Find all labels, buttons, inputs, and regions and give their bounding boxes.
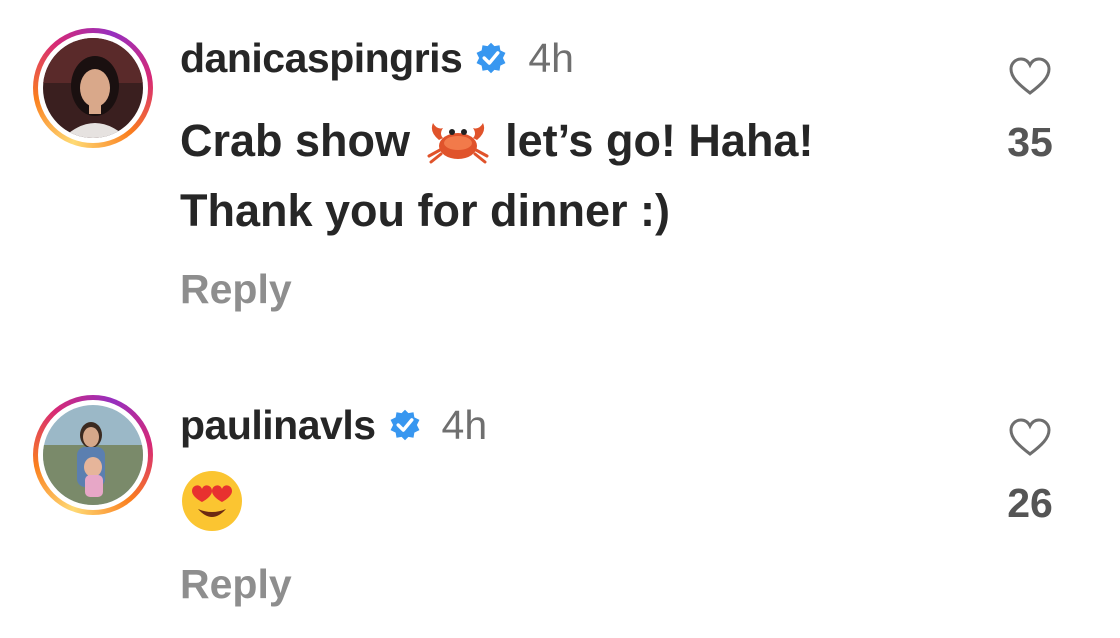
avatar-ring-gap bbox=[38, 33, 148, 143]
avatar[interactable] bbox=[33, 395, 153, 515]
comment-item: danicaspingris 4h Crab show let’s go! Ha… bbox=[0, 28, 1120, 328]
comment-text-part: Thank you for dinner :) bbox=[180, 185, 670, 236]
comment-content: danicaspingris 4h Crab show let’s go! Ha… bbox=[180, 28, 980, 313]
like-count: 35 bbox=[1007, 119, 1053, 165]
reply-button[interactable]: Reply bbox=[180, 266, 292, 313]
comment-text bbox=[180, 469, 980, 549]
username-link[interactable]: paulinavls bbox=[180, 402, 376, 449]
heart-eyes-emoji-icon bbox=[180, 469, 244, 549]
heart-icon[interactable] bbox=[990, 56, 1070, 101]
comment-text-part: Crab show bbox=[180, 115, 411, 166]
comment-text-part: let’s go! Haha! bbox=[505, 115, 814, 166]
like-column: 26 bbox=[990, 417, 1070, 527]
verified-badge-icon bbox=[474, 41, 508, 75]
like-count: 26 bbox=[1007, 480, 1053, 526]
heart-icon[interactable] bbox=[990, 417, 1070, 462]
username-link[interactable]: danicaspingris bbox=[180, 35, 463, 82]
comment-content: paulinavls 4h Reply bbox=[180, 395, 980, 608]
avatar-image bbox=[43, 405, 143, 505]
comment-text: Crab show let’s go! Haha! Thank you for … bbox=[180, 110, 980, 242]
avatar-image bbox=[43, 38, 143, 138]
avatar[interactable] bbox=[33, 28, 153, 148]
comment-header: danicaspingris 4h bbox=[180, 28, 980, 88]
comment-timestamp: 4h bbox=[441, 401, 488, 448]
comment-header: paulinavls 4h bbox=[180, 395, 980, 455]
verified-badge-icon bbox=[388, 408, 422, 442]
comment-item: paulinavls 4h Reply 26 bbox=[0, 395, 1120, 635]
crab-emoji-icon bbox=[423, 118, 493, 180]
avatar-ring-gap bbox=[38, 400, 148, 510]
comment-timestamp: 4h bbox=[528, 34, 574, 81]
reply-button[interactable]: Reply bbox=[180, 561, 292, 608]
like-column: 35 bbox=[990, 56, 1070, 166]
